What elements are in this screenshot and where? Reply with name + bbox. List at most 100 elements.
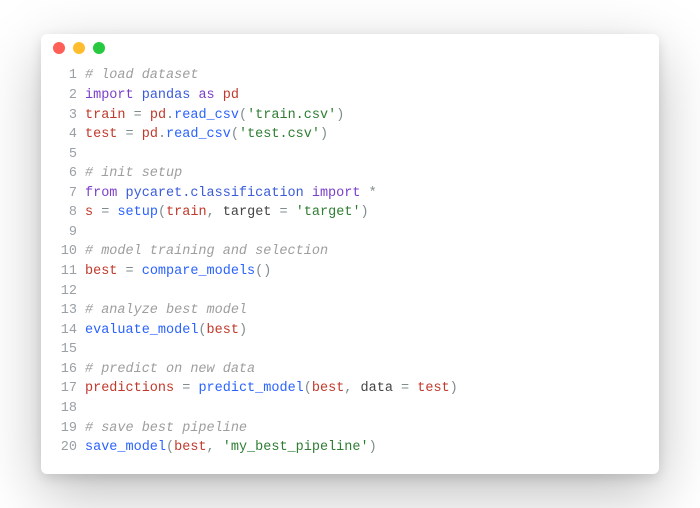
line-number: 13 [53, 301, 77, 321]
code-line: 7from pycaret.classification import * [53, 184, 647, 204]
token-op: ( [231, 127, 239, 142]
token-attr: read_csv [174, 108, 239, 123]
code-line: 15 [53, 340, 647, 360]
token-op: ) [361, 205, 369, 220]
token-attr: setup [117, 205, 158, 220]
token-op: ) [369, 440, 377, 455]
code-line: 9 [53, 223, 647, 243]
token-op: ) [450, 381, 458, 396]
token-string: 'test.csv' [239, 127, 320, 142]
token-ident: train [166, 205, 207, 220]
token-ident: best [174, 440, 206, 455]
code-content: train = pd.read_csv('train.csv') [85, 106, 647, 126]
code-content: predictions = predict_model(best, data =… [85, 379, 647, 399]
code-line: 18 [53, 399, 647, 419]
code-line: 20save_model(best, 'my_best_pipeline') [53, 438, 647, 458]
token-ident: test [85, 127, 117, 142]
token-string: 'target' [296, 205, 361, 220]
code-window: 1# load dataset2import pandas as pd3trai… [41, 34, 659, 473]
token-module: pycaret.classification [126, 186, 304, 201]
token-ident: best [312, 381, 344, 396]
token-kwarg: target [223, 205, 272, 220]
token-comment: # init setup [85, 166, 182, 181]
line-number: 20 [53, 438, 77, 458]
token-attr: save_model [85, 440, 166, 455]
minimize-icon[interactable] [73, 42, 85, 54]
token-op [134, 264, 142, 279]
token-ident: test [417, 381, 449, 396]
token-keyword: import [312, 186, 361, 201]
token-ident: train [85, 108, 126, 123]
code-line: 12 [53, 282, 647, 302]
close-icon[interactable] [53, 42, 65, 54]
line-number: 9 [53, 223, 77, 243]
code-line: 11 best = compare_models() [53, 262, 647, 282]
token-op [393, 381, 401, 396]
titlebar [41, 34, 659, 62]
token-op: ) [336, 108, 344, 123]
code-line: 3 train = pd.read_csv('train.csv') [53, 106, 647, 126]
token-ident: best [85, 264, 117, 279]
code-line: 6# init setup [53, 164, 647, 184]
token-keyword: import [85, 88, 134, 103]
token-ident: best [207, 323, 239, 338]
token-string: 'train.csv' [247, 108, 336, 123]
line-number: 17 [53, 379, 77, 399]
token-module: pandas [142, 88, 191, 103]
token-op [93, 205, 101, 220]
line-number: 12 [53, 282, 77, 302]
code-content: # model training and selection [85, 242, 647, 262]
code-content: # predict on new data [85, 360, 647, 380]
token-attr: evaluate_model [85, 323, 198, 338]
token-ident: pd [150, 108, 166, 123]
line-number: 3 [53, 106, 77, 126]
token-op: , [207, 205, 215, 220]
code-line: 8s = setup(train, target = 'target') [53, 203, 647, 223]
token-op: ( [166, 440, 174, 455]
token-kwarg: data [361, 381, 393, 396]
token-op [117, 264, 125, 279]
token-string: 'my_best_pipeline' [223, 440, 369, 455]
token-op: = [280, 205, 288, 220]
code-line: 19 # save best pipeline [53, 419, 647, 439]
token-attr: predict_model [198, 381, 303, 396]
code-content: # analyze best model [85, 301, 647, 321]
code-line: 4test = pd.read_csv('test.csv') [53, 125, 647, 145]
code-line: 5 [53, 145, 647, 165]
token-op: ) [320, 127, 328, 142]
token-op: ( [198, 323, 206, 338]
token-op: * [369, 186, 377, 201]
code-content [85, 340, 647, 360]
token-op [117, 127, 125, 142]
line-number: 18 [53, 399, 77, 419]
token-op [126, 108, 134, 123]
line-number: 5 [53, 145, 77, 165]
code-content: best = compare_models() [85, 262, 647, 282]
code-content: import pandas as pd [85, 86, 647, 106]
token-op [288, 205, 296, 220]
line-number: 2 [53, 86, 77, 106]
token-op [134, 127, 142, 142]
token-comment: # save best pipeline [85, 421, 247, 436]
token-op: = [126, 127, 134, 142]
token-op: ( [239, 108, 247, 123]
line-number: 19 [53, 419, 77, 439]
token-op: . [158, 127, 166, 142]
code-content: evaluate_model(best) [85, 321, 647, 341]
line-number: 1 [53, 66, 77, 86]
line-number: 11 [53, 262, 77, 282]
token-op [215, 440, 223, 455]
code-line: 13 # analyze best model [53, 301, 647, 321]
zoom-icon[interactable] [93, 42, 105, 54]
code-editor[interactable]: 1# load dataset2import pandas as pd3trai… [41, 62, 659, 473]
line-number: 15 [53, 340, 77, 360]
code-line: 16# predict on new data [53, 360, 647, 380]
token-ident: pd [142, 127, 158, 142]
token-op: ) [263, 264, 271, 279]
token-op: . [166, 108, 174, 123]
token-attr: read_csv [166, 127, 231, 142]
token-op [215, 88, 223, 103]
token-ident: pd [223, 88, 239, 103]
line-number: 14 [53, 321, 77, 341]
code-line: 14 evaluate_model(best) [53, 321, 647, 341]
